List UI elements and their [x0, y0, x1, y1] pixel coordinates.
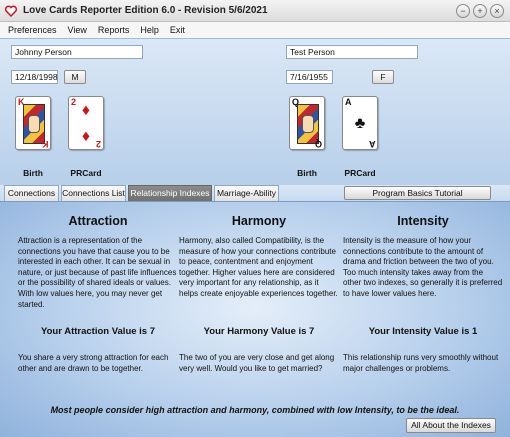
window-title: Love Cards Reporter Edition 6.0 - Revisi…	[23, 5, 268, 16]
harmony-title: Harmony	[231, 214, 287, 228]
harmony-value: Your Harmony Value is 7	[203, 326, 315, 337]
person1-prcard-label: PRCard	[70, 168, 102, 178]
card-rank-bottom: 2	[95, 139, 101, 149]
menu-view[interactable]: View	[68, 25, 87, 35]
card-rank-bottom: Q	[314, 139, 322, 149]
close-button[interactable]: ×	[490, 4, 504, 18]
menu-preferences[interactable]: Preferences	[8, 25, 57, 35]
club-icon: ♣	[354, 115, 366, 132]
queen-face-icon	[297, 104, 319, 144]
menu-help[interactable]: Help	[140, 25, 159, 35]
harmony-result: The two of you are very close and get al…	[179, 353, 335, 373]
attraction-result: You share a very strong attraction for e…	[18, 353, 169, 373]
king-face-icon	[23, 104, 45, 144]
person1-prcard[interactable]: 2 ♦ ♦ 2	[68, 96, 104, 150]
intensity-description: Intensity is the measure of how your con…	[343, 236, 503, 298]
person1-birthdate-input[interactable]: 12/18/1998	[11, 70, 58, 84]
person2-birth-label: Birth	[297, 168, 317, 178]
menu-exit[interactable]: Exit	[170, 25, 185, 35]
minimize-button[interactable]: −	[456, 4, 470, 18]
person1-name-input[interactable]: Johnny Person	[11, 45, 143, 59]
intensity-title: Intensity	[397, 214, 449, 228]
menu-reports[interactable]: Reports	[98, 25, 130, 35]
intensity-column: Intensity Intensity is the measure of ho…	[343, 202, 503, 373]
tab-marriage-ability[interactable]: Marriage-Ability	[214, 185, 279, 201]
attraction-description: Attraction is a representation of the co…	[18, 236, 177, 309]
all-about-indexes-button[interactable]: All About the Indexes	[406, 418, 496, 433]
person2-name-input[interactable]: Test Person	[286, 45, 418, 59]
person2-prcard-label: PRCard	[344, 168, 376, 178]
title-bar: Love Cards Reporter Edition 6.0 - Revisi…	[0, 0, 510, 22]
maximize-button[interactable]: +	[473, 4, 487, 18]
card-rank: A	[345, 97, 352, 107]
diamond-icon: ♦	[81, 102, 91, 119]
tab-connections-list[interactable]: Connections List	[61, 185, 126, 201]
person1-birth-label: Birth	[23, 168, 43, 178]
program-basics-tutorial-button[interactable]: Program Basics Tutorial	[344, 186, 491, 200]
intensity-result: This relationship runs very smoothly wit…	[343, 353, 499, 373]
person1-birth-card[interactable]: K K	[15, 96, 51, 150]
attraction-value: Your Attraction Value is 7	[40, 326, 156, 337]
person2-gender-button[interactable]: F	[372, 70, 394, 84]
tab-connections[interactable]: Connections	[4, 185, 59, 201]
person1-gender-button[interactable]: M	[64, 70, 86, 84]
harmony-column: Harmony Harmony, also called Compatibili…	[179, 202, 339, 373]
people-panel: Johnny Person 12/18/1998 M K K 2 ♦ ♦ 2 B…	[0, 38, 510, 185]
window-controls: − + ×	[456, 4, 504, 18]
harmony-description: Harmony, also called Compatibility, is t…	[179, 236, 338, 298]
menu-bar: Preferences View Reports Help Exit	[0, 22, 510, 38]
card-rank-bottom: A	[368, 139, 376, 149]
person2-birth-card[interactable]: Q Q	[289, 96, 325, 150]
attraction-column: Attraction Attraction is a representatio…	[18, 202, 178, 373]
person2-birthdate-input[interactable]: 7/16/1955	[286, 70, 333, 84]
person2-prcard[interactable]: A ♣ A	[342, 96, 378, 150]
card-rank-bottom: K	[41, 139, 49, 149]
attraction-title: Attraction	[68, 214, 128, 228]
ideal-note: Most people consider high attraction and…	[50, 405, 460, 415]
tab-relationship-indexes[interactable]: Relationship Indexes	[128, 185, 212, 201]
intensity-value: Your Intensity Value is 1	[368, 326, 478, 337]
heart-cards-icon	[5, 5, 17, 17]
relationship-indexes-panel: Attraction Attraction is a representatio…	[0, 201, 510, 437]
